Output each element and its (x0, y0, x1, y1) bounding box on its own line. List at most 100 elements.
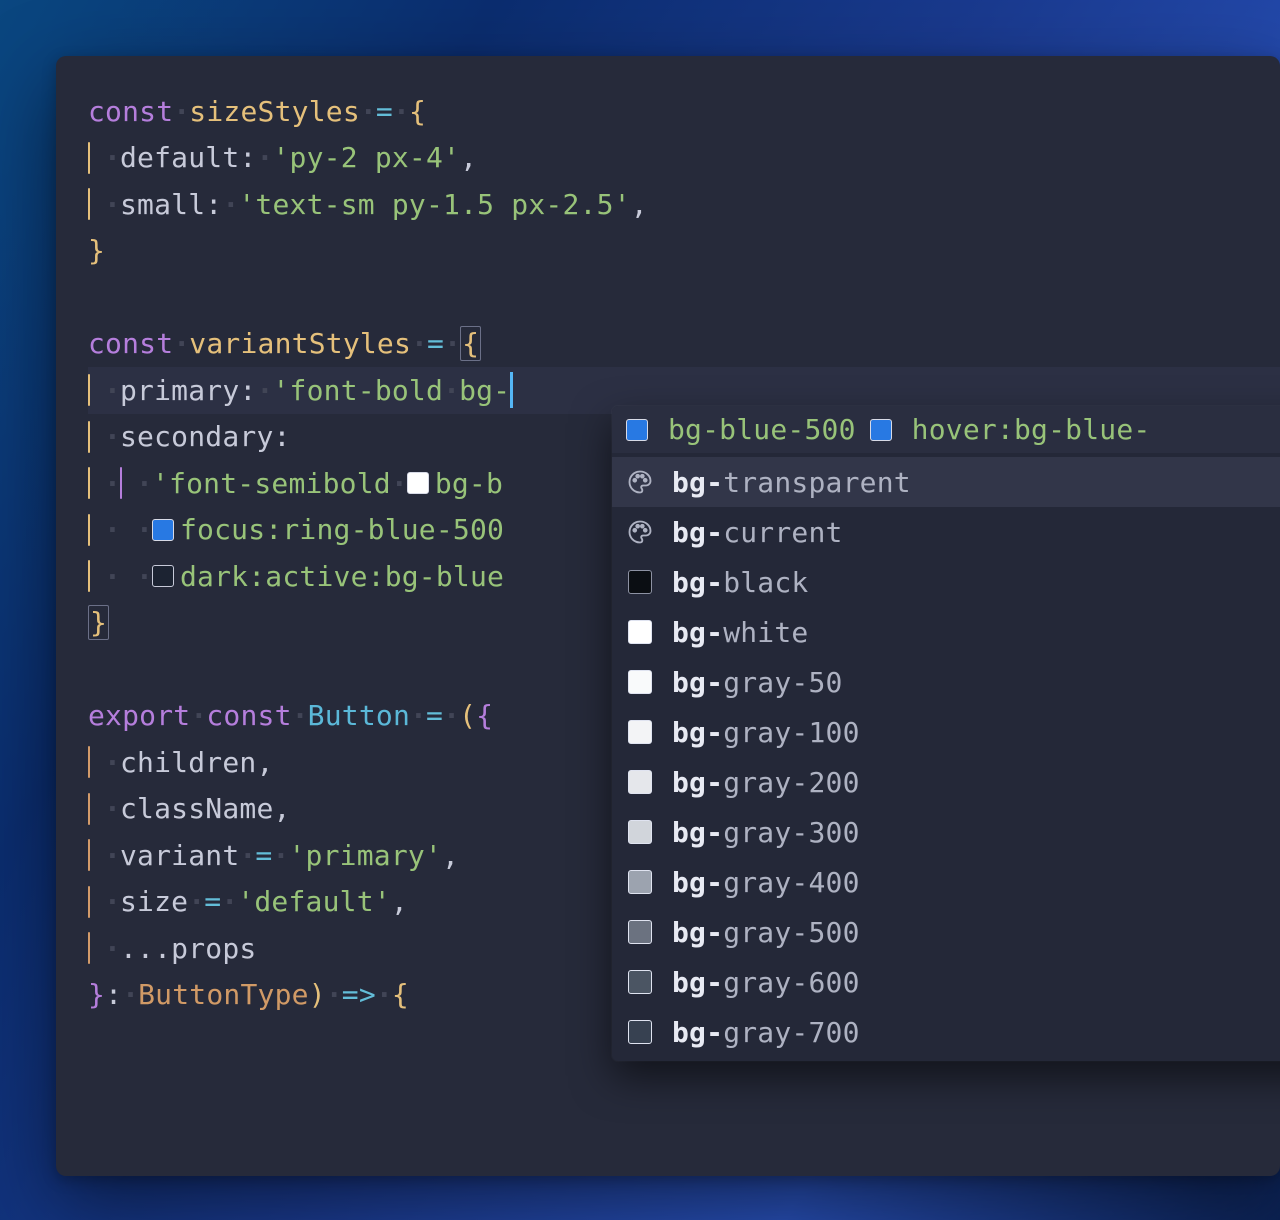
suggestion-token: bg-blue-500 (668, 413, 856, 446)
completion-label: bg-white (672, 616, 808, 649)
completion-label: bg-gray-700 (672, 1016, 860, 1049)
brace: { (409, 95, 426, 128)
suggestion-token: hover:bg-blue- (912, 413, 1151, 446)
completion-label: bg-gray-500 (672, 916, 860, 949)
property: size (120, 885, 188, 918)
color-swatch-icon (628, 970, 652, 994)
comma: , (631, 188, 648, 221)
color-swatch-icon (152, 565, 174, 587)
brace: } (88, 234, 105, 267)
completion-label: bg-black (672, 566, 808, 599)
comma: , (391, 885, 408, 918)
spread: ...props (120, 932, 256, 965)
paren: ) (309, 978, 326, 1011)
comma: , (460, 141, 477, 174)
string-quote: ' (152, 467, 169, 500)
property: secondary: (120, 420, 291, 453)
completion-label: bg-current (672, 516, 843, 549)
property: default: (120, 141, 256, 174)
completion-item[interactable]: bg-white (612, 607, 1280, 657)
identifier: variantStyles (189, 327, 411, 360)
color-swatch-icon (628, 920, 652, 944)
completion-item[interactable]: bg-gray-200 (612, 757, 1280, 807)
completion-label: bg-gray-100 (672, 716, 860, 749)
comma: , (274, 792, 291, 825)
property: variant (120, 839, 239, 872)
color-swatch-icon (628, 1020, 652, 1044)
tailwind-class: bg-b (435, 467, 503, 500)
completion-item[interactable]: bg-gray-100 (612, 707, 1280, 757)
completion-label: bg-gray-200 (672, 766, 860, 799)
palette-icon (626, 468, 654, 496)
color-swatch-icon (626, 419, 648, 441)
keyword: export (88, 699, 190, 732)
keyword: const (206, 699, 291, 732)
completion-item[interactable]: bg-transparent (612, 457, 1280, 507)
operator: = (255, 839, 272, 872)
intellisense-popup[interactable]: bg-blue-500 hover:bg-blue- bg-transparen… (612, 406, 1280, 1061)
brace: { (392, 978, 409, 1011)
palette-icon (626, 518, 654, 546)
color-swatch-icon (407, 472, 429, 494)
operator: = (376, 95, 393, 128)
code-line[interactable] (88, 274, 1280, 321)
completion-label: bg-gray-300 (672, 816, 860, 849)
brace: { (476, 699, 493, 732)
brace: } (88, 605, 109, 640)
colon: : (105, 978, 122, 1011)
property: primary: (120, 374, 256, 407)
color-swatch-icon (628, 570, 652, 594)
operator: = (427, 327, 444, 360)
color-swatch-icon (628, 820, 652, 844)
completion-label: bg-gray-50 (672, 666, 843, 699)
comma: , (442, 839, 459, 872)
brace: { (460, 326, 481, 361)
tailwind-class: font-semibold (169, 467, 391, 500)
operator: = (204, 885, 221, 918)
code-line[interactable]: const sizeStyles = { (88, 88, 1280, 135)
type: ButtonType (138, 978, 309, 1011)
completion-label: bg-gray-400 (672, 866, 860, 899)
color-swatch-icon (628, 620, 652, 644)
paren: ( (459, 699, 476, 732)
code-line[interactable]: small:'text-sm py-1.5 px-2.5', (88, 181, 1280, 228)
completion-item[interactable]: bg-gray-500 (612, 907, 1280, 957)
completion-label: bg-transparent (672, 466, 911, 499)
keyword: const (88, 95, 173, 128)
completion-item[interactable]: bg-black (612, 557, 1280, 607)
completion-item[interactable]: bg-gray-300 (612, 807, 1280, 857)
string: 'primary' (288, 839, 442, 872)
keyword: const (88, 327, 173, 360)
brace: } (88, 978, 105, 1011)
property: className (120, 792, 274, 825)
completion-item[interactable]: bg-current (612, 507, 1280, 557)
string: 'text-sm py-1.5 px-2.5' (238, 188, 630, 221)
code-line[interactable]: const variantStyles = { (88, 321, 1280, 368)
color-swatch-icon (628, 770, 652, 794)
color-swatch-icon (628, 870, 652, 894)
completion-list[interactable]: bg-transparent bg-current bg-black bg-white… (612, 453, 1280, 1061)
comma: , (256, 746, 273, 779)
string-quote: ' (272, 374, 289, 407)
code-line[interactable]: default: 'py-2 px-4', (88, 135, 1280, 182)
color-swatch-icon (628, 670, 652, 694)
tailwind-class: focus:ring-blue-500 (180, 513, 504, 546)
suggestion-hint: bg-blue-500 hover:bg-blue- (612, 406, 1280, 453)
completion-item[interactable]: bg-gray-50 (612, 657, 1280, 707)
operator: = (426, 699, 443, 732)
tailwind-class: font-bold (290, 374, 444, 407)
string: 'py-2 px-4' (272, 141, 460, 174)
text-cursor (510, 372, 513, 408)
code-editor[interactable]: const sizeStyles = { default: 'py-2 px-4', s… (56, 56, 1280, 1176)
completion-item[interactable]: bg-gray-600 (612, 957, 1280, 1007)
completion-item[interactable]: bg-gray-400 (612, 857, 1280, 907)
completion-label: bg-gray-600 (672, 966, 860, 999)
code-line[interactable]: } (88, 228, 1280, 275)
color-swatch-icon (152, 519, 174, 541)
identifier: sizeStyles (189, 95, 360, 128)
property: children (120, 746, 256, 779)
tailwind-class: bg- (459, 374, 510, 407)
completion-item[interactable]: bg-gray-700 (612, 1007, 1280, 1057)
arrow: => (342, 978, 376, 1011)
tailwind-class: dark:active:bg-blue (180, 560, 504, 593)
